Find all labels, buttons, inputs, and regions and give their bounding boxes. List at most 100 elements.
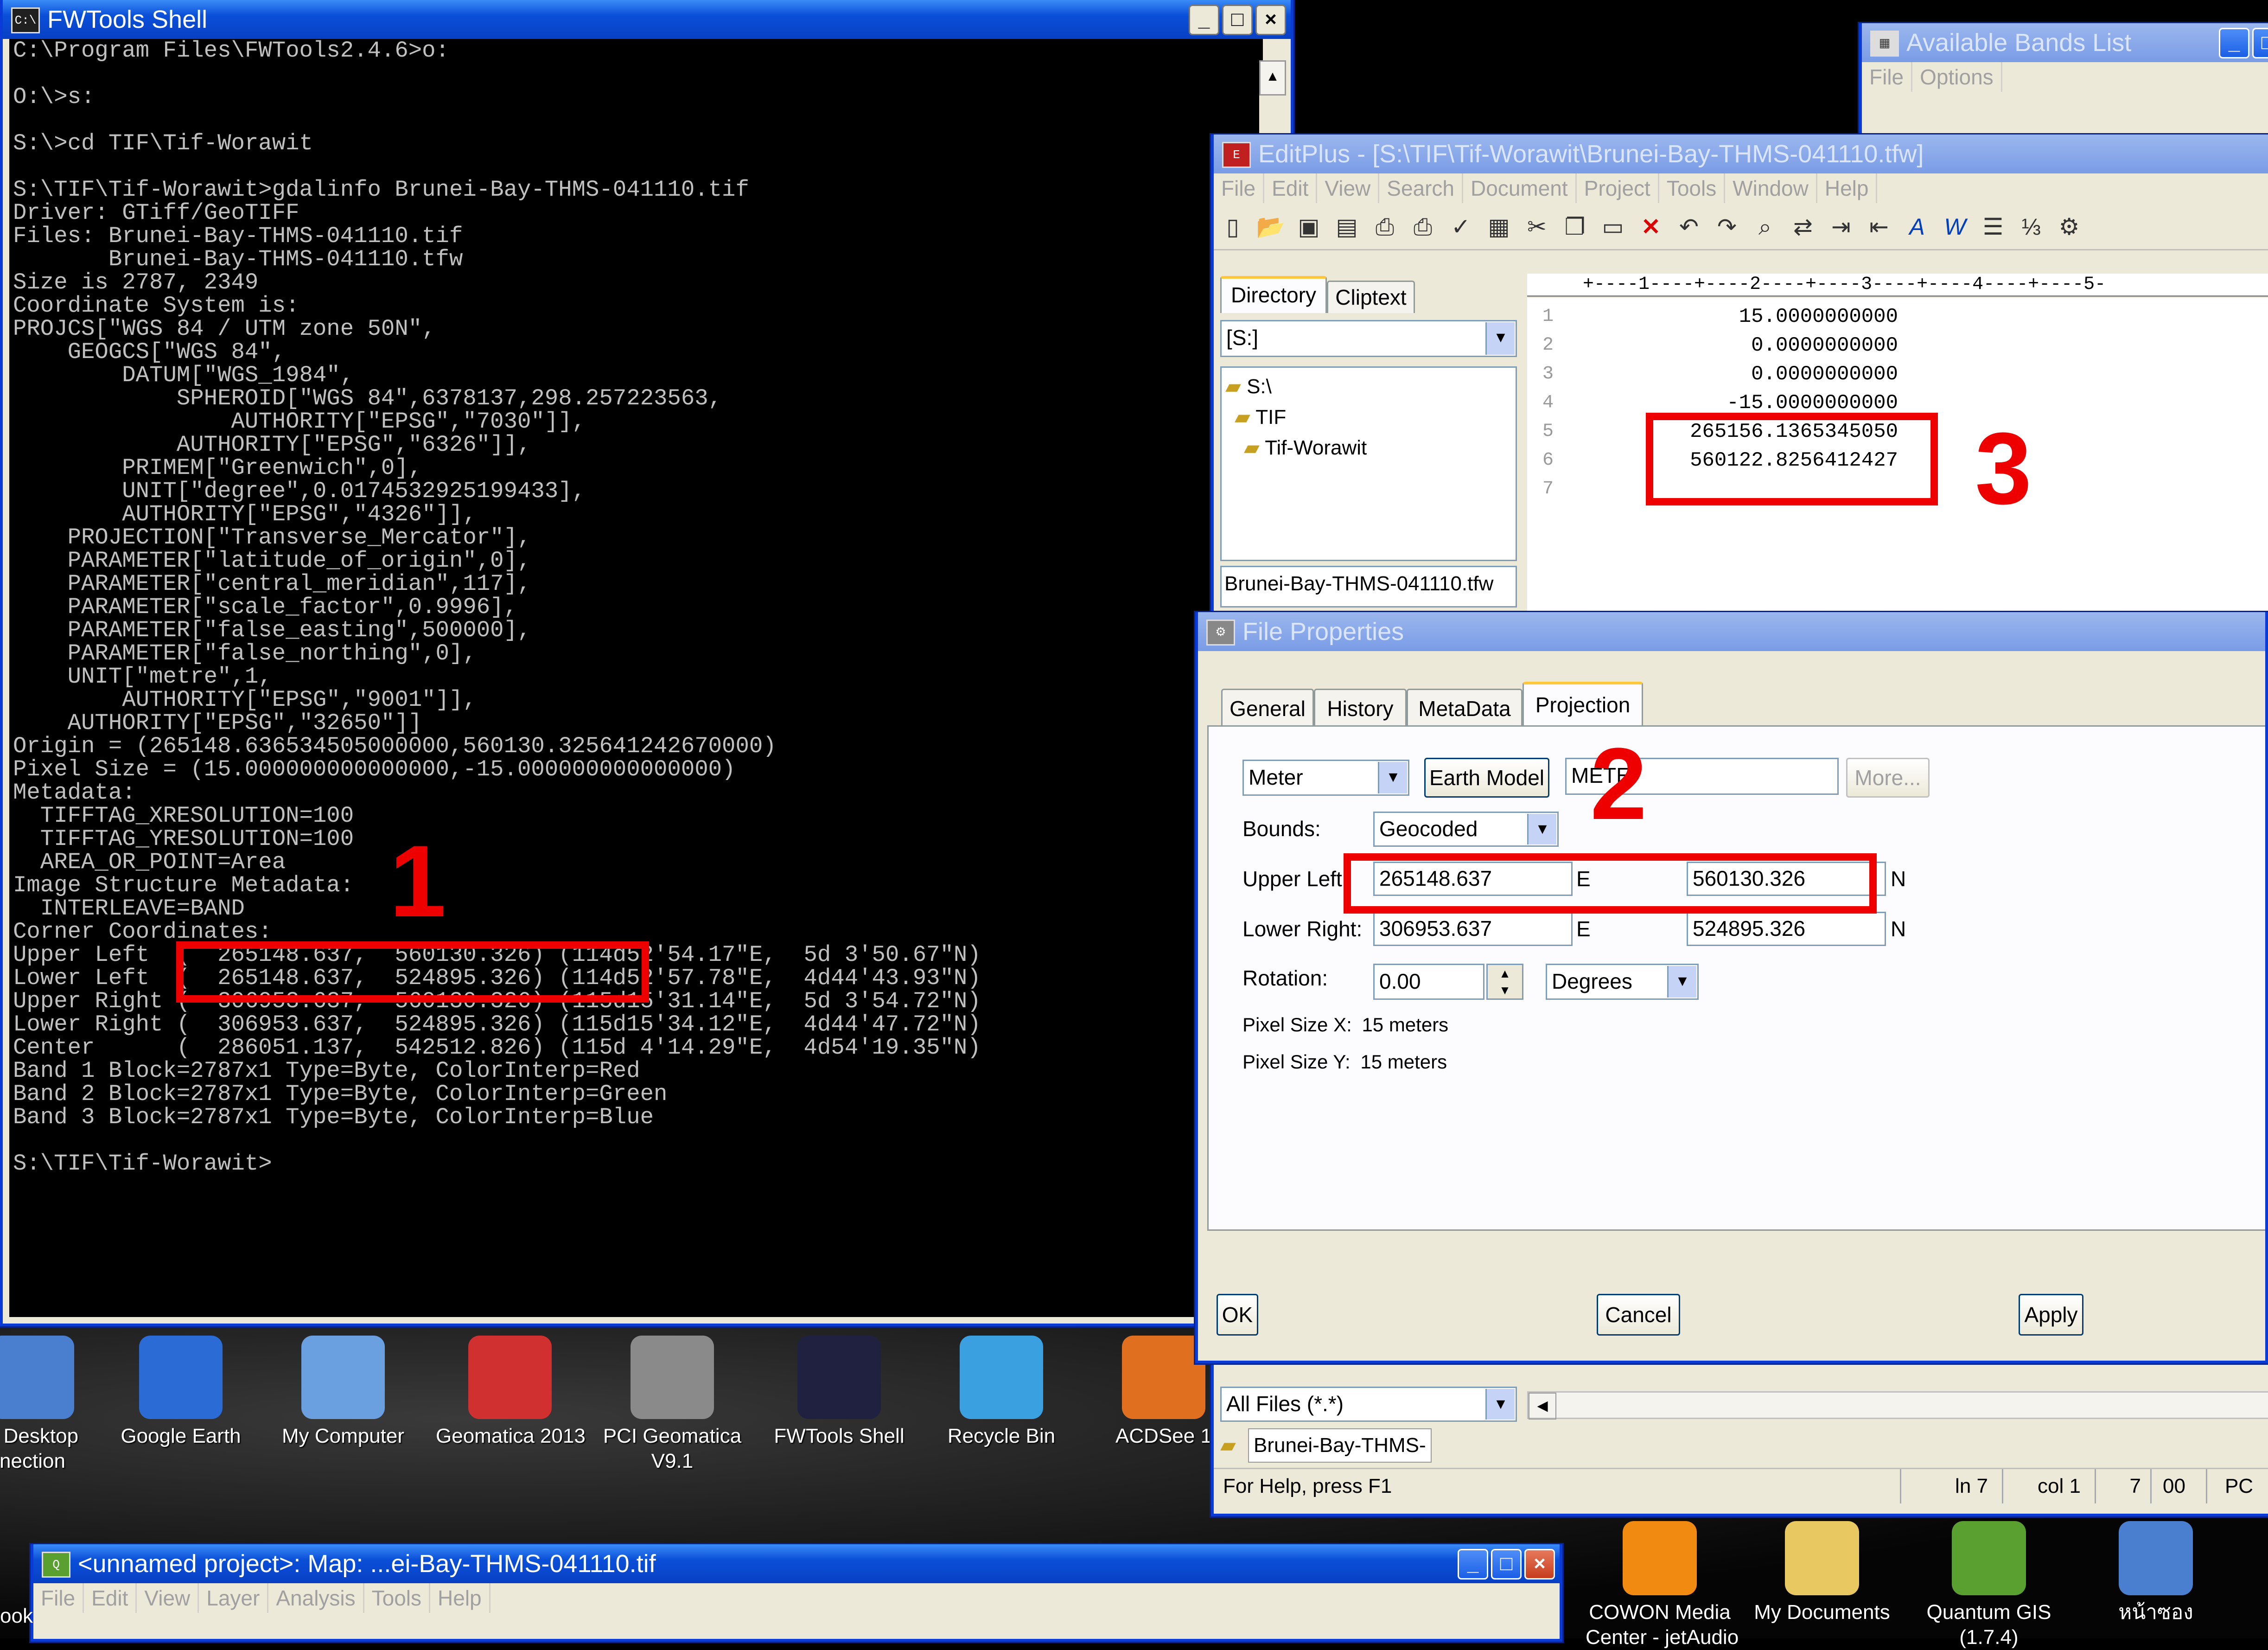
undo-icon[interactable]: ↶ xyxy=(1673,211,1705,243)
maximize-button[interactable]: □ xyxy=(1222,5,1253,35)
rotation-input[interactable]: 0.00 xyxy=(1373,964,1484,1000)
earth-model-button[interactable]: Earth Model xyxy=(1424,758,1549,798)
qgis-menu-layer[interactable]: Layer xyxy=(199,1583,269,1613)
replace-icon[interactable]: ⇄ xyxy=(1787,211,1819,243)
editplus-menu-project[interactable]: Project xyxy=(1577,173,1659,203)
drive-select[interactable]: [S:] ▼ xyxy=(1220,320,1517,357)
save-icon[interactable]: ▣ xyxy=(1293,211,1325,243)
console-output[interactable]: C:\Program Files\FWTools2.4.6>o: O:\>s: S:… xyxy=(9,39,1263,1317)
print-icon[interactable]: ⎙ xyxy=(1407,211,1439,243)
cancel-button[interactable]: Cancel xyxy=(1597,1294,1680,1336)
qgis-menu-tools[interactable]: Tools xyxy=(364,1583,431,1613)
chevron-down-icon[interactable]: ▼ xyxy=(1485,1389,1515,1420)
save-all-icon[interactable]: ▤ xyxy=(1331,211,1363,243)
close-button[interactable]: × xyxy=(1255,5,1286,35)
minimize-button[interactable]: _ xyxy=(1189,5,1219,35)
find-icon[interactable]: ⌕ xyxy=(1749,211,1781,243)
qgis-close-button[interactable]: × xyxy=(1524,1549,1555,1580)
unit-select[interactable]: Meter ▼ xyxy=(1242,760,1409,796)
chevron-down-icon[interactable]: ▼ xyxy=(1485,322,1515,355)
scroll-up-arrow-icon[interactable]: ▲ xyxy=(1259,60,1286,96)
line-number-icon[interactable]: ⅓ xyxy=(2015,211,2047,243)
bands-menu-file[interactable]: File xyxy=(1862,62,1913,92)
redo-icon[interactable]: ↷ xyxy=(1711,211,1743,243)
tab-history[interactable]: History xyxy=(1314,689,1407,726)
font-icon[interactable]: A xyxy=(1901,211,1933,243)
rotation-spinner[interactable]: ▲ ▼ xyxy=(1486,964,1523,1000)
ok-button[interactable]: OK xyxy=(1217,1294,1258,1336)
editplus-menu-file[interactable]: File xyxy=(1214,173,1265,203)
desktop-icon[interactable]: Recycle Bin xyxy=(927,1336,1076,1449)
desktop-icon[interactable]: Quantum GIS (1.7.4) xyxy=(1915,1521,2063,1650)
paste-icon[interactable]: ▭ xyxy=(1597,211,1629,243)
desktop-icon[interactable]: PCI Geomatica V9.1 xyxy=(598,1336,746,1474)
scroll-left-arrow-icon[interactable]: ◀ xyxy=(1529,1393,1556,1420)
settings-icon[interactable]: ⚙ xyxy=(2053,211,2085,243)
qgis-menu-help[interactable]: Help xyxy=(430,1583,491,1613)
bands-title-bar[interactable]: ▦ Available Bands List _ □ xyxy=(1862,23,2268,62)
bands-minimize-button[interactable]: _ xyxy=(2219,28,2249,58)
lower-right-easting[interactable]: 306953.637 xyxy=(1373,912,1573,946)
editplus-menu-tools[interactable]: Tools xyxy=(1659,173,1726,203)
bands-menu-options[interactable]: Options xyxy=(1912,62,2002,92)
copy-icon[interactable]: ❐ xyxy=(1559,211,1591,243)
bands-maximize-button[interactable]: □ xyxy=(2252,28,2268,58)
chevron-down-icon[interactable]: ▼ xyxy=(1378,762,1407,793)
print-preview-icon[interactable]: ⎙ xyxy=(1369,211,1401,243)
desktop-icon[interactable]: My Computer xyxy=(269,1336,417,1449)
desktop-icon[interactable]: หน้าซอง xyxy=(2082,1521,2230,1625)
editplus-menu-document[interactable]: Document xyxy=(1463,173,1577,203)
file-item[interactable]: Brunei-Bay-THMS-041110.tfw xyxy=(1224,570,1513,598)
editor-line[interactable]: 15.0000000000 xyxy=(1583,302,1898,331)
cut-icon[interactable]: ✂ xyxy=(1521,211,1553,243)
doc-tab[interactable]: Brunei-Bay-THMS- xyxy=(1248,1428,1432,1463)
editplus-menu-search[interactable]: Search xyxy=(1379,173,1464,203)
open-folder-icon[interactable]: 📂 xyxy=(1255,211,1287,243)
editor-line[interactable]: 0.0000000000 xyxy=(1583,360,1898,389)
apply-button[interactable]: Apply xyxy=(2019,1294,2083,1336)
goto-icon[interactable]: ⇥ xyxy=(1825,211,1857,243)
fwtools-title-bar[interactable]: C:\ FWTools Shell _ □ × xyxy=(3,0,1291,39)
spell-check-icon[interactable]: ✓ xyxy=(1445,211,1477,243)
tab-metadata[interactable]: MetaData xyxy=(1407,689,1523,726)
delete-icon[interactable]: ✕ xyxy=(1635,211,1667,243)
desktop-icon[interactable]: FWTools Shell xyxy=(765,1336,913,1449)
tree-item-s[interactable]: ▰ S:\ xyxy=(1225,371,1512,402)
editplus-menu-help[interactable]: Help xyxy=(1817,173,1878,203)
ruler-icon[interactable]: ☰ xyxy=(1977,211,2009,243)
qgis-menu-analysis[interactable]: Analysis xyxy=(268,1583,364,1613)
desktop-icon[interactable]: Google Earth xyxy=(107,1336,255,1449)
directory-tree[interactable]: ▰ S:\ ▰ TIF ▰ Tif-Worawit xyxy=(1220,366,1517,561)
qgis-maximize-button[interactable]: □ xyxy=(1491,1549,1522,1580)
editplus-menu-edit[interactable]: Edit xyxy=(1264,173,1318,203)
tab-cliptext[interactable]: Cliptext xyxy=(1327,281,1415,313)
rotation-unit-select[interactable]: Degrees ▼ xyxy=(1546,964,1699,1000)
file-filter-select[interactable]: All Files (*.*) ▼ xyxy=(1220,1387,1517,1422)
qgis-menu-file[interactable]: File xyxy=(33,1583,84,1613)
fileprops-title-bar[interactable]: ⚙ File Properties xyxy=(1198,612,2265,651)
indent-icon[interactable]: ⇤ xyxy=(1863,211,1895,243)
qgis-menu-edit[interactable]: Edit xyxy=(84,1583,137,1613)
bounds-select[interactable]: Geocoded ▼ xyxy=(1373,812,1559,847)
new-file-icon[interactable]: ▯ xyxy=(1217,211,1249,243)
tab-general[interactable]: General xyxy=(1221,689,1314,726)
editplus-menu-view[interactable]: View xyxy=(1317,173,1380,203)
word-wrap-icon[interactable]: W xyxy=(1939,211,1971,243)
tab-directory[interactable]: Directory xyxy=(1220,276,1327,313)
desktop-icon[interactable]: COWON Media Center - jetAudio xyxy=(1586,1521,1739,1650)
editor-hscroll[interactable]: ◀ xyxy=(1527,1391,2268,1420)
qgis-minimize-button[interactable]: _ xyxy=(1458,1549,1488,1580)
editor-line[interactable]: 0.0000000000 xyxy=(1583,331,1898,360)
desktop-icon[interactable]: My Documents xyxy=(1748,1521,1896,1625)
lower-right-northing[interactable]: 524895.326 xyxy=(1687,912,1886,946)
file-list[interactable]: Brunei-Bay-THMS-041110.tfw xyxy=(1220,566,1517,608)
qgis-title-bar[interactable]: Q <unnamed project>: Map: ...ei-Bay-THMS… xyxy=(33,1544,1560,1583)
browser-icon[interactable]: ▦ xyxy=(1483,211,1515,243)
chevron-down-icon[interactable]: ▼ xyxy=(1527,814,1556,844)
more-button[interactable]: More... xyxy=(1846,758,1930,798)
chevron-down-icon[interactable]: ▼ xyxy=(1667,966,1696,998)
desktop-icon[interactable]: Geomatica 2013 xyxy=(436,1336,586,1449)
tab-projection[interactable]: Projection xyxy=(1523,682,1643,726)
tree-item-tif-worawit[interactable]: ▰ Tif-Worawit xyxy=(1225,433,1512,463)
editplus-menu-window[interactable]: Window xyxy=(1725,173,1817,203)
